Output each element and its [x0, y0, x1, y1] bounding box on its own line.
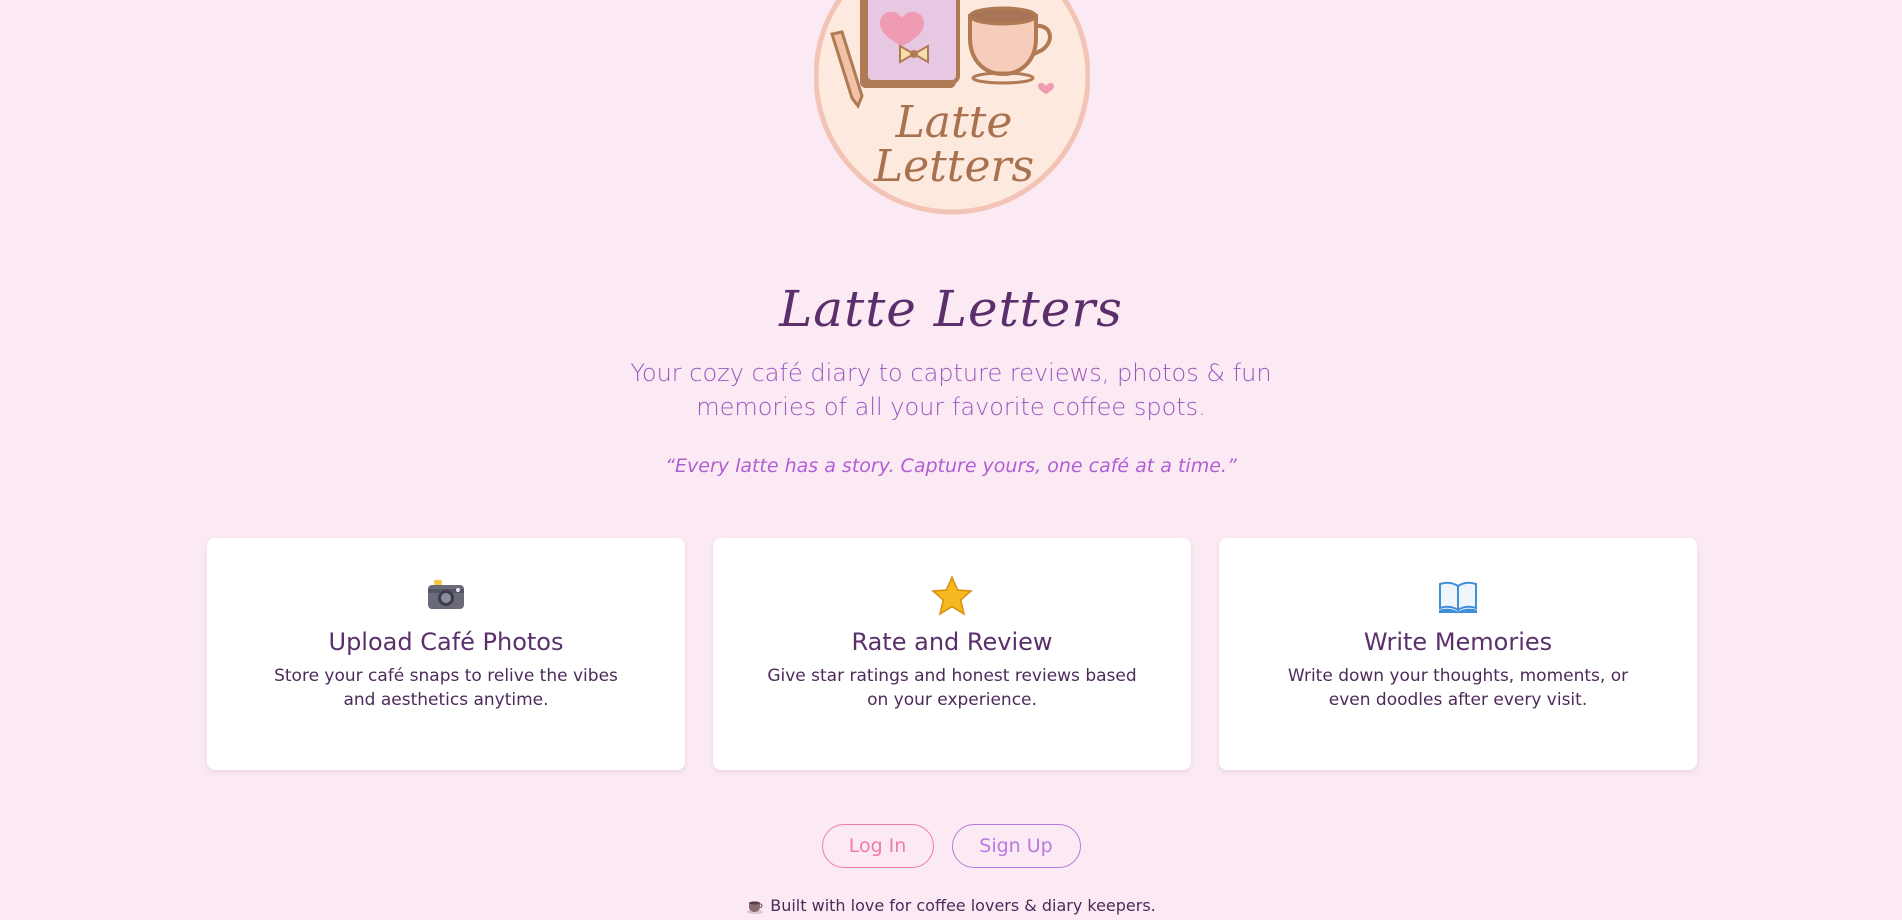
feature-description: Write down your thoughts, moments, or ev…	[1287, 666, 1629, 710]
feature-cards: Upload Café Photos Store your café snaps…	[207, 538, 1697, 770]
coffee-cup-icon	[747, 900, 764, 914]
diary-book-icon	[860, 0, 960, 88]
feature-title: Upload Café Photos	[328, 628, 564, 656]
footer-text: Built with love for coffee lovers & diar…	[770, 896, 1156, 915]
tagline: Your cozy café diary to capture reviews,…	[630, 359, 1272, 421]
logo-emblem: Latte Letters	[814, 0, 1090, 215]
star-icon	[931, 575, 973, 616]
footer: Built with love for coffee lovers & diar…	[0, 896, 1902, 915]
open-book-icon	[1439, 581, 1477, 613]
feature-card-reviews: Rate and Review Give star ratings and ho…	[713, 538, 1191, 770]
feature-title: Write Memories	[1363, 628, 1553, 656]
feature-card-memories: Write Memories Write down your thoughts,…	[1219, 538, 1697, 770]
logo: Latte Letters	[814, 0, 1090, 216]
feature-description: Give star ratings and honest reviews bas…	[767, 666, 1137, 710]
feature-description: Store your café snaps to relive the vibe…	[274, 666, 618, 710]
feature-card-photos: Upload Café Photos Store your café snaps…	[207, 538, 685, 770]
landing-page: Latte Letters Latte Letters Your cozy ca…	[0, 0, 1902, 920]
auth-buttons: Log In Sign Up	[0, 824, 1902, 868]
camera-icon	[428, 580, 464, 609]
quote: “Every latte has a story. Capture yours,…	[665, 455, 1237, 477]
logo-text-line2: Letters	[873, 141, 1034, 192]
page-title: Latte Letters	[779, 280, 1123, 338]
login-button[interactable]: Log In	[821, 824, 934, 868]
feature-title: Rate and Review	[851, 628, 1053, 656]
signup-button[interactable]: Sign Up	[951, 824, 1081, 868]
